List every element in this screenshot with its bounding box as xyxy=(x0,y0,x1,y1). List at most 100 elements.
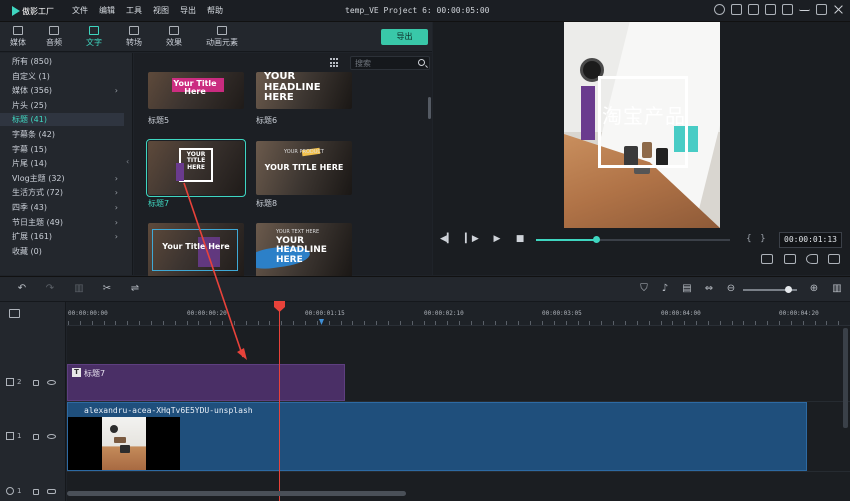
ruler-tick xyxy=(636,321,638,325)
category-item[interactable]: 标题 (41) xyxy=(0,113,124,127)
video-clip[interactable]: alexandru-acea-XHqTv6E5YDU-unsplash xyxy=(67,402,807,471)
snapshot-icon[interactable] xyxy=(784,254,796,264)
title-clip[interactable]: T 标题7 xyxy=(67,364,345,401)
eye-icon[interactable] xyxy=(47,434,56,439)
category-label: 字幕条 (42) xyxy=(12,130,55,139)
ruler-tick xyxy=(269,321,271,325)
prev-frame-button[interactable]: ◀▎ xyxy=(440,233,454,245)
next-frame-button[interactable]: ▎▶ xyxy=(465,233,479,245)
cut-icon[interactable]: ✂ xyxy=(101,283,113,295)
category-item[interactable]: 四季 (43) › xyxy=(0,201,124,214)
zoom-slider-knob[interactable] xyxy=(784,286,792,293)
tab-effects[interactable]: 效果 xyxy=(156,25,192,51)
audio-track-number: 1 xyxy=(17,487,22,495)
category-label: 媒体 (356) xyxy=(12,86,53,96)
undo-icon[interactable]: ↶ xyxy=(16,283,28,295)
timeline-vertical-scrollbar[interactable] xyxy=(843,328,848,428)
save-icon[interactable] xyxy=(748,4,759,15)
thumbnail-title8[interactable]: YOUR PRODUCT YOUR TITLE HERE xyxy=(256,141,352,195)
shield-icon[interactable]: ⛉ xyxy=(638,283,650,295)
fullscreen-icon[interactable] xyxy=(828,254,840,264)
zoom-out-icon[interactable]: ⊖ xyxy=(725,283,737,295)
gallery-scrollbar[interactable] xyxy=(428,97,431,119)
lock-icon[interactable] xyxy=(33,489,39,495)
mark-out-icon[interactable]: } xyxy=(760,234,766,244)
microphone-icon[interactable]: ♪ xyxy=(659,283,671,295)
ruler-tick xyxy=(328,321,330,325)
lock-icon[interactable] xyxy=(33,380,39,386)
menu-view[interactable]: 视图 xyxy=(153,5,169,16)
store-icon[interactable] xyxy=(731,4,742,15)
mark-in-icon[interactable]: { xyxy=(746,234,752,244)
lock-icon[interactable] xyxy=(33,434,39,440)
category-item[interactable]: 字幕 (15) xyxy=(0,143,124,156)
thumbnail-title7[interactable]: YOUR TITLE HERE xyxy=(146,139,246,197)
zoom-in-icon[interactable]: ⊕ xyxy=(808,283,820,295)
minimize-icon[interactable] xyxy=(799,4,810,11)
category-label: 标题 (41) xyxy=(12,115,47,125)
category-item[interactable]: 自定义 (1) xyxy=(0,70,124,83)
close-icon[interactable] xyxy=(833,4,844,15)
collapse-sidebar-icon[interactable]: ‹ xyxy=(126,157,129,166)
menu-edit[interactable]: 编辑 xyxy=(99,5,115,16)
track-headers xyxy=(0,326,66,501)
ruler-tick xyxy=(316,321,318,325)
category-item[interactable]: 扩展 (161) › xyxy=(0,230,124,243)
thumbnail-title6[interactable]: YOUR HEADLINE HERE xyxy=(256,72,352,109)
voiceover-icon[interactable]: ▤ xyxy=(681,283,693,295)
tab-audio[interactable]: 音频 xyxy=(36,25,72,51)
category-label: 生活方式 (72) xyxy=(12,188,63,198)
thumbnail-title9[interactable]: Your Title Here xyxy=(148,223,244,277)
account-icon[interactable] xyxy=(714,4,725,15)
category-item[interactable]: 节日主题 (49) › xyxy=(0,216,124,229)
thumbnail-title8-subtext: YOUR PRODUCT xyxy=(284,149,324,155)
image-icon xyxy=(217,26,227,35)
render-preview-icon[interactable] xyxy=(761,254,773,264)
add-track-icon[interactable] xyxy=(9,309,20,318)
category-item[interactable]: 字幕条 (42) xyxy=(0,128,124,141)
ruler-tick xyxy=(731,321,733,325)
category-item[interactable]: 生活方式 (72) › xyxy=(0,186,124,199)
maximize-icon[interactable] xyxy=(816,4,827,15)
category-item[interactable]: 收藏 (0) xyxy=(0,245,124,258)
ruler-tick xyxy=(696,321,698,325)
menu-tools[interactable]: 工具 xyxy=(126,5,142,16)
timeline-horizontal-scrollbar[interactable] xyxy=(67,491,406,496)
menu-export[interactable]: 导出 xyxy=(180,5,196,16)
export-button[interactable]: 导出 xyxy=(381,29,428,45)
play-button[interactable]: ▶ xyxy=(491,233,503,245)
tab-elements[interactable]: 动画元素 xyxy=(200,25,244,51)
category-item[interactable]: Vlog主题 (32) › xyxy=(0,172,124,185)
thumbnail-title5[interactable]: Your Title Here xyxy=(148,72,244,109)
preview-title-text[interactable]: 淘宝产品 xyxy=(594,100,694,129)
layout-icon[interactable]: ▥ xyxy=(831,283,843,295)
grid-view-icon[interactable] xyxy=(330,58,340,68)
ruler-tick xyxy=(281,321,283,325)
speaker-icon[interactable] xyxy=(47,489,56,494)
mail-icon[interactable] xyxy=(765,4,776,15)
ruler-tick xyxy=(79,321,81,325)
category-item[interactable]: 媒体 (356) › xyxy=(0,84,124,97)
redo-icon[interactable]: ↷ xyxy=(44,283,56,295)
thumbnail-title10[interactable]: YOUR TEXT HERE YOUR HEADLINE HERE xyxy=(256,223,352,277)
fit-icon[interactable]: ⇔ xyxy=(703,283,715,295)
menu-file[interactable]: 文件 xyxy=(72,5,88,16)
transition-icon xyxy=(129,26,139,35)
search-icon[interactable] xyxy=(418,59,425,66)
category-item[interactable]: 所有 (850) xyxy=(0,55,124,68)
adjust-icon[interactable]: ⇌ xyxy=(129,283,141,295)
category-item[interactable]: 片尾 (14) xyxy=(0,157,124,170)
folder-icon xyxy=(13,26,23,35)
search-input[interactable] xyxy=(355,58,417,69)
tab-transition[interactable]: 转场 xyxy=(116,25,152,51)
music-note-icon xyxy=(49,26,59,35)
delete-icon[interactable]: ▥ xyxy=(73,283,85,295)
tab-text[interactable]: 文字 xyxy=(76,25,112,51)
eye-icon[interactable] xyxy=(47,380,56,385)
menu-help[interactable]: 帮助 xyxy=(207,5,223,16)
volume-icon[interactable] xyxy=(806,254,818,264)
tab-media[interactable]: 媒体 xyxy=(0,25,36,51)
category-item[interactable]: 片头 (25) xyxy=(0,99,124,112)
stop-button[interactable]: ■ xyxy=(514,233,526,245)
download-icon[interactable] xyxy=(782,4,793,15)
